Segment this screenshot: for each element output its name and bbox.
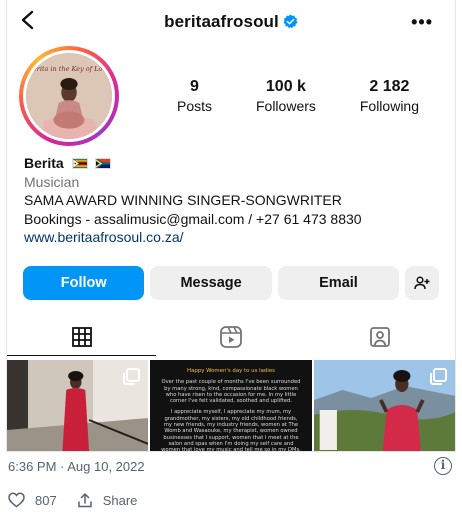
verified-badge-icon — [283, 14, 298, 29]
tab-posts[interactable] — [7, 318, 157, 356]
tab-reels[interactable] — [156, 318, 305, 356]
profile-category: Musician — [24, 173, 80, 190]
add-user-icon — [414, 276, 430, 290]
suggest-accounts-button[interactable] — [405, 266, 439, 300]
profile-bio: Berita Musician SAMA AWARD WINNING SINGE… — [24, 154, 445, 247]
stat-value: 2 182 — [369, 78, 410, 95]
share-icon — [77, 493, 92, 508]
profile-header: beritaafrosoul ••• — [7, 0, 455, 44]
more-options-icon[interactable]: ••• — [411, 12, 433, 33]
grid-icon — [71, 327, 92, 347]
tweet-timestamp[interactable]: 6:36 PM · Aug 10, 2022 — [8, 459, 145, 474]
message-button[interactable]: Message — [150, 266, 272, 300]
avatar-caption: Berita in the Key of Love — [28, 65, 110, 73]
avatar-border: Berita in the Key of Love — [23, 50, 115, 142]
stat-label: Followers — [255, 98, 316, 114]
zimbabwe-flag-icon — [71, 158, 88, 169]
stat-following[interactable]: 2 182 Following — [360, 78, 419, 114]
reels-icon — [220, 326, 242, 348]
avatar-story-ring[interactable]: Berita in the Key of Love — [19, 46, 119, 146]
post-text-paragraph: Over the past couple of months I've been… — [161, 379, 301, 405]
tab-tagged[interactable] — [306, 318, 455, 356]
stat-value: 9 — [190, 78, 199, 95]
posts-grid: Happy Women's day to us ladies Over the … — [7, 360, 455, 452]
post-text-title: Happy Women's day to us ladies — [187, 368, 275, 374]
stat-label: Following — [359, 98, 419, 114]
stat-followers[interactable]: 100 k Followers — [256, 78, 316, 114]
bio-line: SAMA AWARD WINNING SINGER-SONGWRITER — [24, 192, 342, 208]
south-africa-flag-icon — [95, 158, 112, 169]
avatar: Berita in the Key of Love — [26, 53, 112, 139]
like-button[interactable]: 807 — [8, 492, 57, 508]
website-link[interactable]: www.beritaafrosoul.co.za/ — [24, 228, 445, 247]
profile-actions: Follow Message Email — [23, 266, 439, 300]
profile-username: beritaafrosoul — [7, 12, 455, 32]
profile-stats: 9 Posts 100 k Followers 2 182 Following — [177, 78, 419, 114]
profile-tabs — [7, 318, 455, 356]
post-thumbnail[interactable] — [313, 360, 455, 451]
heart-icon — [8, 492, 25, 508]
carousel-icon — [123, 368, 141, 385]
post-thumbnail[interactable]: Happy Women's day to us ladies Over the … — [150, 360, 312, 452]
post-thumbnail[interactable] — [7, 360, 149, 451]
follow-button[interactable]: Follow — [23, 266, 145, 300]
bio-contact: Bookings - assalimusic@gmail.com / +27 6… — [24, 210, 362, 227]
username-text: beritaafrosoul — [164, 12, 279, 31]
like-count: 807 — [35, 492, 57, 508]
info-icon[interactable]: i — [434, 457, 452, 475]
share-button[interactable]: Share — [77, 492, 138, 508]
display-name: Berita — [24, 155, 64, 171]
stat-label: Posts — [177, 98, 213, 114]
carousel-icon — [429, 368, 447, 385]
stat-value: 100 k — [265, 78, 306, 95]
display-name-row: Berita — [24, 154, 445, 173]
post-text-paragraph: I appreciate myself, I appreciate my mum… — [161, 409, 301, 452]
email-button[interactable]: Email — [277, 266, 400, 300]
instagram-profile-screenshot: beritaafrosoul ••• Berita in the Key of … — [6, 0, 456, 452]
tweet-actions: 807 Share — [8, 492, 137, 508]
tagged-icon — [370, 327, 391, 347]
stat-posts[interactable]: 9 Posts — [177, 78, 212, 114]
share-label: Share — [102, 492, 138, 508]
